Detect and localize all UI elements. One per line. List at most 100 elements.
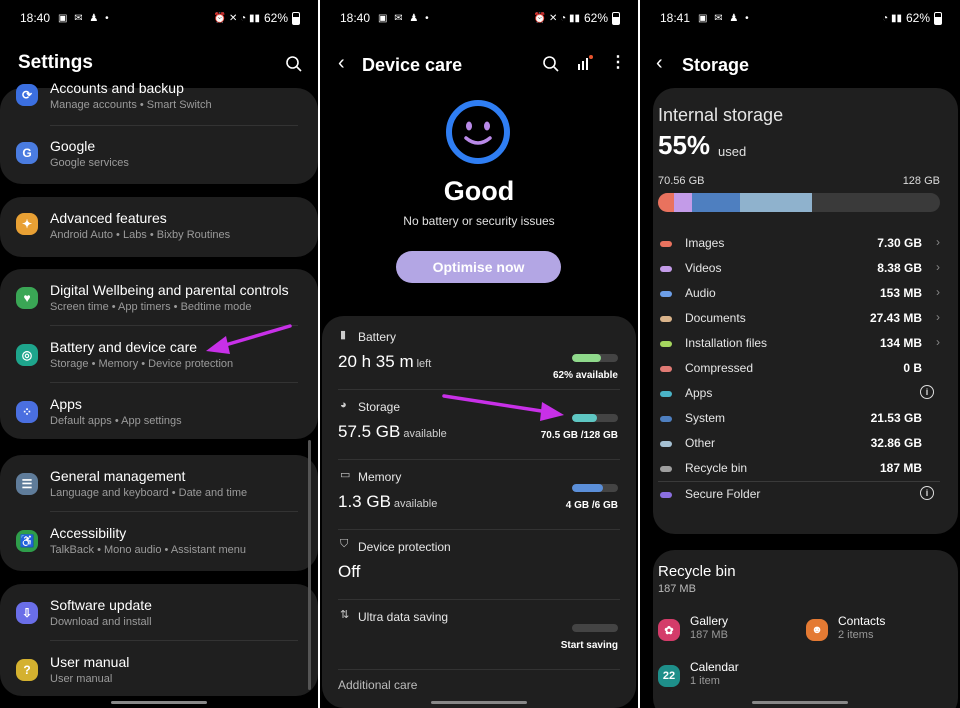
- settings-item-subtitle: Google services: [50, 157, 129, 169]
- storage-label: Storage: [358, 400, 401, 414]
- settings-item-google[interactable]: G Google Google services: [0, 134, 318, 180]
- category-name: Installation files: [685, 336, 768, 350]
- storage-category-images[interactable]: Images 7.30 GB ›: [658, 235, 940, 252]
- page-title: Device care: [362, 55, 463, 75]
- category-size: 0 B: [903, 361, 922, 375]
- category-color-dot: [660, 316, 672, 322]
- device-status: Good: [443, 176, 515, 206]
- wellbeing-icon: ♥: [16, 287, 38, 309]
- settings-item-apps[interactable]: ⁘ Apps Default apps • App settings: [0, 391, 318, 437]
- storage-category-other[interactable]: Other 32.86 GB: [658, 436, 940, 452]
- memory-bar-fill: [572, 484, 603, 492]
- diagnostics-chart-icon[interactable]: [577, 55, 593, 71]
- category-name: Audio: [685, 286, 716, 300]
- settings-item-subtitle: Manage accounts • Smart Switch: [50, 99, 212, 111]
- chevron-right-icon: ›: [936, 335, 940, 349]
- settings-item-subtitle: User manual: [50, 673, 113, 685]
- contacts-person-icon: ☻: [806, 619, 828, 641]
- optimise-now-button[interactable]: Optimise now: [396, 251, 561, 283]
- app-name: Calendar: [690, 660, 739, 674]
- category-color-dot: [660, 241, 672, 247]
- gesture-bar[interactable]: [752, 701, 848, 704]
- chevron-right-icon: ›: [936, 235, 940, 249]
- signal-icons: ⏰ ✕ ◔ ▮▮: [533, 12, 580, 24]
- status-bar: 18:40 ▣ ✉ ♟ • ⏰ ✕ ◔ ▮▮ 62%: [20, 10, 300, 26]
- internal-storage-title: Internal storage: [658, 105, 784, 125]
- search-icon[interactable]: [542, 55, 560, 73]
- ultra-data-saving-label: Ultra data saving: [358, 610, 449, 624]
- storage-category-secure-folder[interactable]: Secure Folder i: [658, 486, 940, 503]
- storage-category-compressed[interactable]: Compressed 0 B: [658, 361, 940, 377]
- storage-category-apps[interactable]: Apps i: [658, 385, 940, 402]
- settings-item-title: Advanced features: [50, 210, 167, 226]
- gesture-bar[interactable]: [431, 701, 527, 704]
- settings-item-general-management[interactable]: ☰ General management Language and keyboa…: [0, 463, 318, 513]
- divider: [338, 459, 620, 460]
- storage-bar: [572, 414, 618, 422]
- settings-item-software-update[interactable]: ⇩ Software update Download and install: [0, 592, 318, 642]
- category-color-dot: [660, 441, 672, 447]
- category-name: Compressed: [685, 361, 754, 375]
- category-name: Other: [685, 436, 716, 450]
- battery-item[interactable]: ▮ Battery 20 h 35 m left 62% available: [322, 326, 636, 386]
- annotation-arrow: [442, 394, 564, 421]
- status-bar: 18:40 ▣ ✉ ♟ • ⏰ ✕ ◔ ▮▮ 62%: [340, 10, 620, 26]
- app-sub: 2 items: [838, 629, 874, 641]
- category-color-dot: [660, 466, 672, 472]
- battery-bar: [572, 354, 618, 362]
- category-size: 134 MB: [879, 336, 922, 350]
- device-protection-label: Device protection: [358, 540, 451, 554]
- status-bar: 18:41 ▣ ✉ ♟ • ◔ ▮▮ 62%: [660, 10, 942, 26]
- device-protection-item[interactable]: ⛉ Device protection Off: [322, 536, 636, 596]
- settings-item-user-manual[interactable]: ? User manual User manual: [0, 649, 318, 695]
- app-sub: 187 MB: [690, 629, 728, 641]
- battery-value: 20 h 35 m left: [338, 352, 432, 371]
- category-color-dot: [660, 291, 672, 297]
- category-color-dot: [660, 266, 672, 272]
- storage-info: 70.5 GB /128 GB: [540, 430, 618, 441]
- additional-care-heading: Additional care: [338, 678, 418, 692]
- settings-card-advanced: ✦ Advanced features Android Auto • Labs …: [0, 197, 318, 257]
- ultra-data-saving-bar: [572, 624, 618, 632]
- more-options-icon[interactable]: ⋮: [610, 52, 626, 72]
- ultra-data-saving-item[interactable]: ⇅ Ultra data saving Start saving: [322, 606, 636, 666]
- settings-card-accounts: ⟳ Accounts and backup Manage accounts • …: [0, 80, 318, 184]
- storage-category-system[interactable]: System 21.53 GB: [658, 411, 940, 427]
- settings-item-title: User manual: [50, 654, 130, 670]
- storage-usage-bar: [658, 193, 940, 212]
- app-sub: 1 item: [690, 675, 720, 687]
- status-time: 18:41: [660, 11, 691, 25]
- search-icon[interactable]: [285, 55, 303, 73]
- storage-category-recycle-bin[interactable]: Recycle bin 187 MB: [658, 461, 940, 477]
- page-title: Settings: [18, 52, 93, 73]
- gear-plus-icon: ✦: [16, 213, 38, 235]
- info-icon[interactable]: i: [920, 486, 934, 500]
- memory-item[interactable]: ▭ Memory 1.3 GB available 4 GB /6 GB: [322, 466, 636, 526]
- settings-item-title: Digital Wellbeing and parental controls: [50, 282, 289, 298]
- category-name: Images: [685, 236, 725, 250]
- category-size: 187 MB: [879, 461, 922, 475]
- settings-item-accessibility[interactable]: ♿ Accessibility TalkBack • Mono audio • …: [0, 520, 318, 566]
- gesture-bar[interactable]: [111, 701, 207, 704]
- chevron-right-icon: ›: [936, 260, 940, 274]
- divider: [338, 529, 620, 530]
- category-name: Secure Folder: [685, 487, 761, 501]
- storage-category-documents[interactable]: Documents 27.43 MB ›: [658, 310, 940, 327]
- storage-bar-fill: [572, 414, 598, 422]
- storage-category-installation-files[interactable]: Installation files 134 MB ›: [658, 335, 940, 352]
- notification-icons: ▣ ✉ ♟ •: [58, 12, 111, 24]
- start-saving-label[interactable]: Start saving: [561, 640, 618, 651]
- scrollbar[interactable]: [308, 440, 311, 690]
- settings-item-title: Accessibility: [50, 525, 127, 541]
- back-arrow-icon[interactable]: ‹: [656, 52, 663, 75]
- back-arrow-icon[interactable]: ‹: [338, 52, 345, 75]
- settings-item-accounts[interactable]: ⟳ Accounts and backup Manage accounts • …: [0, 78, 318, 124]
- storage-category-audio[interactable]: Audio 153 MB ›: [658, 285, 940, 302]
- settings-item-advanced-features[interactable]: ✦ Advanced features Android Auto • Labs …: [0, 205, 318, 251]
- category-name: Videos: [685, 261, 722, 275]
- settings-item-title: General management: [50, 468, 186, 484]
- info-icon[interactable]: i: [920, 385, 934, 399]
- storage-category-videos[interactable]: Videos 8.38 GB ›: [658, 260, 940, 277]
- recycle-bin-title[interactable]: Recycle bin: [658, 563, 736, 580]
- settings-item-title: Software update: [50, 597, 152, 613]
